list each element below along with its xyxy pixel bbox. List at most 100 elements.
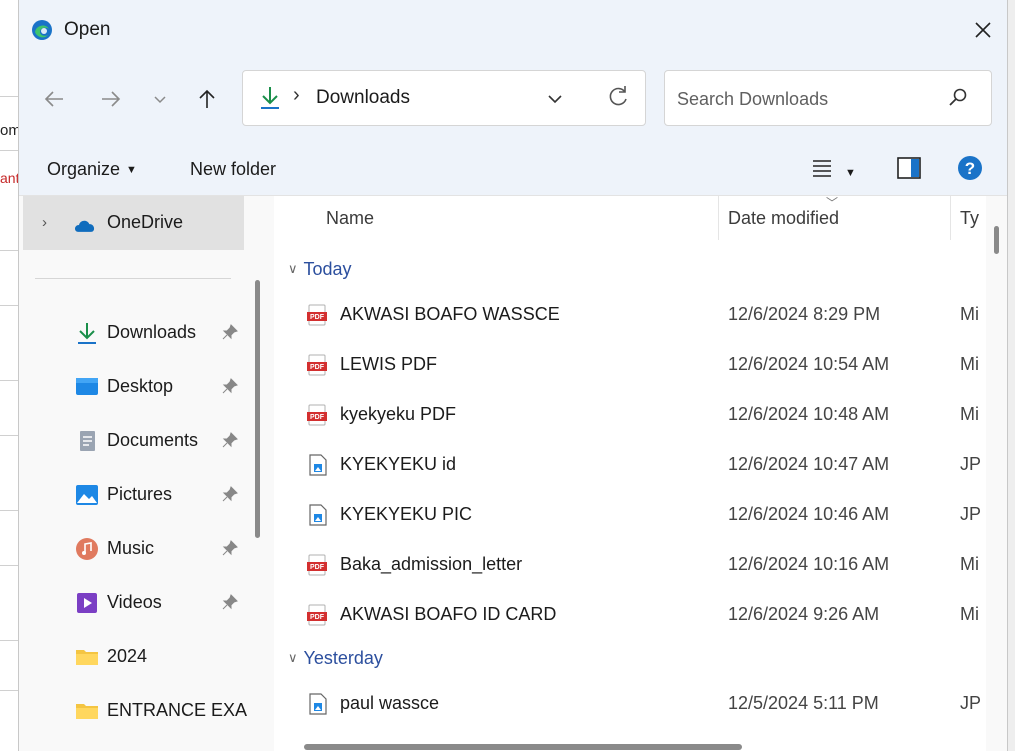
file-row[interactable]: PDF AKWASI BOAFO WASSCE 12/6/2024 8:29 P… <box>274 289 986 339</box>
chevron-down-icon <box>154 96 166 104</box>
pin-icon[interactable] <box>221 485 239 503</box>
vertical-scrollbar-track <box>986 196 1007 751</box>
close-button[interactable] <box>963 10 1003 50</box>
refresh-icon[interactable] <box>605 83 631 109</box>
sidebar-item-onedrive[interactable]: › OneDrive <box>23 196 244 250</box>
sidebar-scrollbar[interactable] <box>255 280 260 538</box>
background-divider <box>0 690 18 691</box>
background-text: om <box>0 122 18 139</box>
background-divider <box>0 305 18 306</box>
file-type: Mi <box>960 554 979 574</box>
folder-icon <box>76 650 98 665</box>
search-box[interactable] <box>664 70 992 126</box>
column-header-name[interactable]: Name <box>326 208 374 229</box>
pin-icon[interactable] <box>221 431 239 449</box>
pin-icon[interactable] <box>221 323 239 341</box>
command-bar: Organize ▼ New folder ▼ ? <box>19 142 1007 196</box>
sidebar-label: Music <box>107 538 155 558</box>
svg-text:PDF: PDF <box>310 414 325 421</box>
file-type: JP <box>960 454 982 474</box>
breadcrumb-separator: › <box>293 84 300 106</box>
file-row[interactable]: PDF Baka_admission_letter 12/6/2024 10:1… <box>274 539 986 589</box>
sidebar-item-documents[interactable]: Documents <box>23 414 244 468</box>
sidebar-label-onedrive: OneDrive <box>107 212 184 232</box>
group-header-today[interactable]: ∨ Today <box>288 259 352 280</box>
sidebar-item-downloads[interactable]: Downloads <box>23 306 244 360</box>
sidebar-label: Pictures <box>107 484 173 504</box>
file-row[interactable]: PDF AKWASI BOAFO ID CARD 12/6/2024 9:26 … <box>274 589 986 639</box>
help-button[interactable]: ? <box>957 155 983 186</box>
file-row[interactable]: paul wassce 12/5/2024 5:11 PM JP <box>274 678 986 728</box>
background-divider <box>0 250 18 251</box>
svg-text:PDF: PDF <box>310 564 325 571</box>
file-row[interactable]: PDF LEWIS PDF 12/6/2024 10:54 AM Mi <box>274 339 986 389</box>
preview-pane-button[interactable] <box>897 157 921 184</box>
pdf-icon: PDF <box>307 354 327 376</box>
column-separator[interactable] <box>718 196 719 240</box>
svg-text:PDF: PDF <box>310 314 325 321</box>
sidebar-item-videos[interactable]: Videos <box>23 576 244 630</box>
file-date: 12/6/2024 8:29 PM <box>728 304 881 324</box>
recent-locations-button[interactable] <box>145 84 175 114</box>
expand-chevron-icon[interactable]: › <box>42 214 47 231</box>
edge-icon <box>32 20 52 40</box>
preview-pane-icon <box>897 157 921 179</box>
download-icon <box>261 87 279 109</box>
arrow-left-icon <box>44 91 63 107</box>
change-view-button[interactable]: ▼ <box>811 156 856 183</box>
organize-button[interactable]: Organize ▼ <box>47 159 137 180</box>
back-button[interactable] <box>39 84 69 114</box>
sidebar-label: Documents <box>107 430 199 450</box>
sidebar-item-music[interactable]: Music <box>23 522 244 576</box>
pin-icon[interactable] <box>221 593 239 611</box>
sidebar-item-pictures[interactable]: Pictures <box>23 468 244 522</box>
new-folder-button[interactable]: New folder <box>190 159 276 180</box>
sidebar-item-2024[interactable]: 2024 <box>23 630 244 684</box>
file-type: JP <box>960 504 982 524</box>
collapse-chevron-icon: ∨ <box>288 650 298 665</box>
image-file-icon <box>309 454 327 476</box>
file-row[interactable]: KYEKYEKU id 12/6/2024 10:47 AM JP <box>274 439 986 489</box>
sidebar-item-entrance-exa[interactable]: ENTRANCE EXA <box>23 684 248 738</box>
file-type: Mi <box>960 404 979 424</box>
pin-icon[interactable] <box>221 377 239 395</box>
file-name: LEWIS PDF <box>340 354 438 374</box>
group-header-yesterday[interactable]: ∨ Yesterday <box>288 648 383 669</box>
close-icon <box>975 22 991 38</box>
column-separator[interactable] <box>950 196 951 240</box>
pin-icon[interactable] <box>221 539 239 557</box>
file-date: 12/6/2024 10:48 AM <box>728 404 890 424</box>
sidebar-item-desktop[interactable]: Desktop <box>23 360 244 414</box>
vertical-scrollbar[interactable] <box>994 226 999 254</box>
up-button[interactable] <box>192 84 222 114</box>
pictures-icon <box>76 485 98 505</box>
sidebar-label: ENTRANCE EXA <box>107 700 248 720</box>
address-bar[interactable]: › Downloads <box>242 70 646 126</box>
breadcrumb-downloads[interactable]: Downloads <box>316 87 410 109</box>
documents-icon <box>80 431 95 451</box>
help-icon: ? <box>958 156 982 180</box>
background-divider <box>0 510 18 511</box>
file-date: 12/6/2024 9:26 AM <box>728 604 880 624</box>
file-row[interactable]: KYEKYEKU PIC 12/6/2024 10:46 AM JP <box>274 489 986 539</box>
search-icon[interactable] <box>947 87 969 109</box>
caret-down-icon: ▼ <box>845 167 856 179</box>
file-name: AKWASI BOAFO ID CARD <box>340 604 557 624</box>
search-input[interactable] <box>677 85 937 113</box>
column-header-type[interactable]: Ty <box>960 208 979 229</box>
column-header-date-modified[interactable]: Date modified <box>728 208 839 229</box>
arrow-up-icon <box>199 89 215 108</box>
svg-text:PDF: PDF <box>310 614 325 621</box>
forward-button[interactable] <box>96 84 126 114</box>
sidebar-label: Downloads <box>107 322 197 342</box>
background-divider <box>0 565 18 566</box>
group-label: Today <box>303 259 352 279</box>
caret-down-icon: ▼ <box>126 164 137 176</box>
desktop-icon <box>76 378 98 395</box>
file-row[interactable]: PDF kyekyeku PDF 12/6/2024 10:48 AM Mi <box>274 389 986 439</box>
file-name: paul wassce <box>340 693 440 713</box>
file-name: KYEKYEKU PIC <box>340 504 473 524</box>
background-divider <box>0 435 18 436</box>
address-dropdown-icon[interactable] <box>543 87 567 111</box>
horizontal-scrollbar[interactable] <box>304 744 742 750</box>
